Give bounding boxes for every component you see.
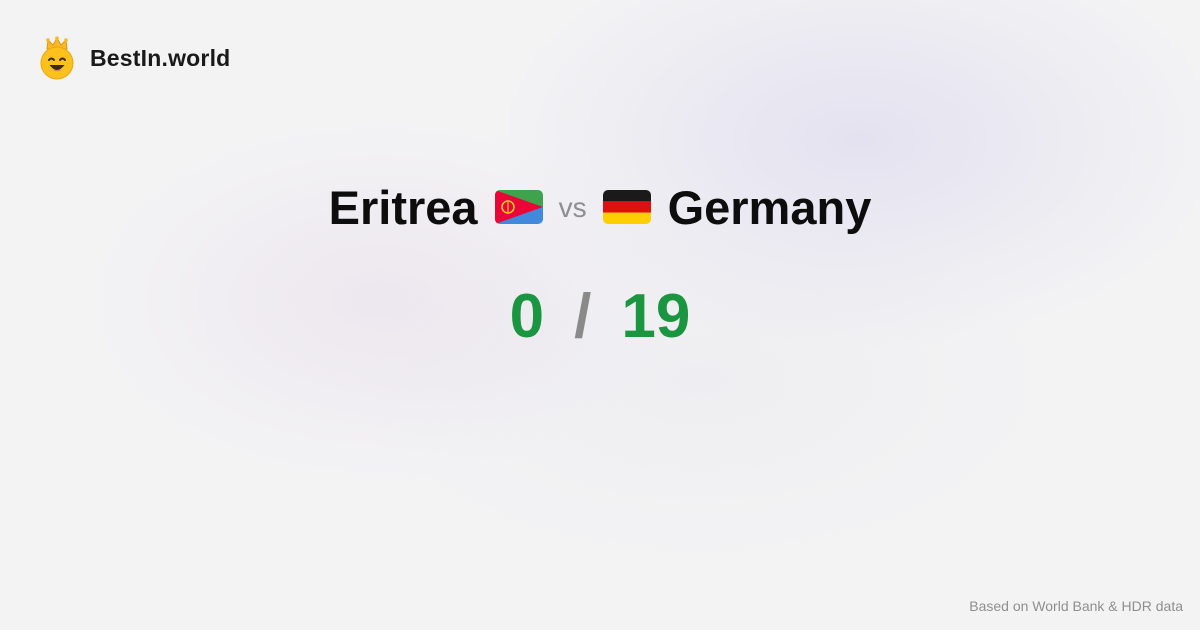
country-b-name: Germany bbox=[667, 180, 872, 234]
crowned-smiley-icon bbox=[40, 36, 74, 80]
eritrea-flag-icon bbox=[494, 190, 543, 224]
score-display: 0 / 19 bbox=[0, 286, 1200, 348]
score-country-a: 0 bbox=[509, 282, 545, 351]
data-source-note: Based on World Bank & HDR data bbox=[969, 598, 1183, 614]
germany-flag-icon bbox=[602, 190, 651, 224]
score-separator: / bbox=[574, 282, 592, 351]
vs-label: vs bbox=[558, 192, 587, 223]
country-a-name: Eritrea bbox=[328, 180, 478, 234]
brand-logo[interactable]: BestIn.world bbox=[38, 36, 230, 80]
brand-name: BestIn.world bbox=[90, 44, 231, 71]
country-matchup: Eritrea vs Germany bbox=[0, 176, 1200, 238]
score-country-b: 19 bbox=[621, 282, 691, 351]
